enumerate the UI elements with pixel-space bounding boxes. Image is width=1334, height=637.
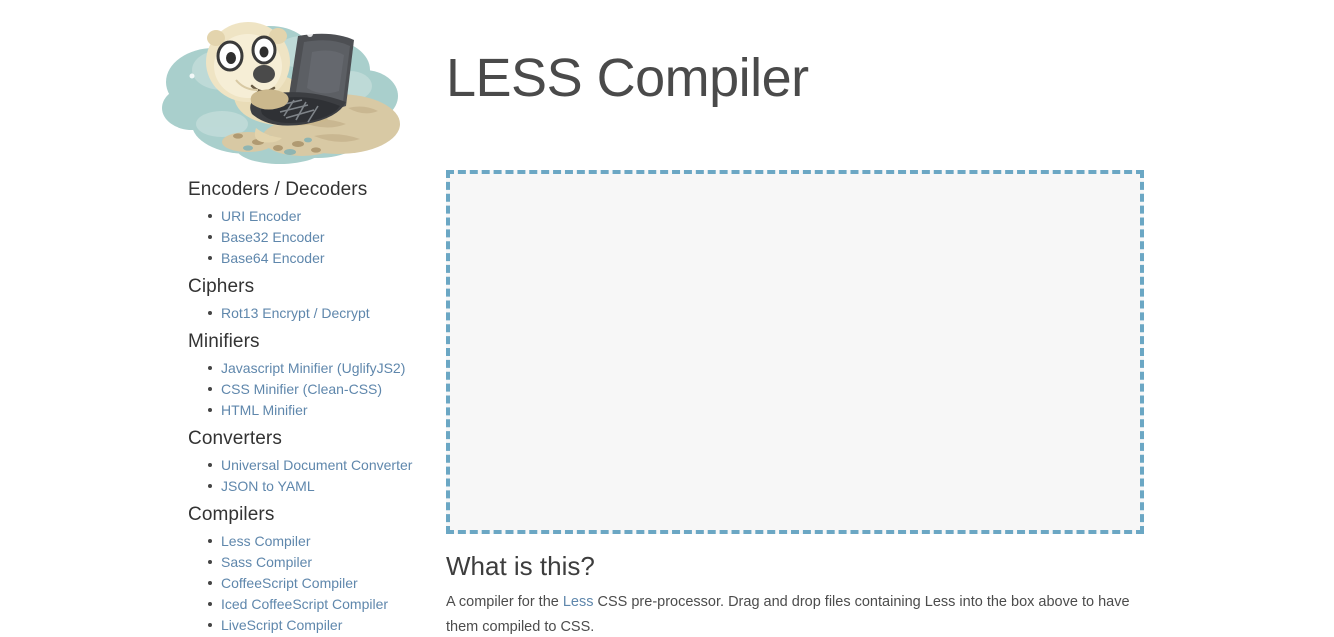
nav-section-compilers: Compilers Less Compiler Sass Compiler Co… (188, 503, 440, 636)
nav-list-converters: Universal Document Converter JSON to YAM… (188, 455, 440, 497)
nav-list-minifiers: Javascript Minifier (UglifyJS2) CSS Mini… (188, 358, 440, 421)
nav-section-encoders-decoders: Encoders / Decoders URI Encoder Base32 E… (188, 178, 440, 269)
sidebar-item-universal-document-converter[interactable]: Universal Document Converter (221, 457, 412, 473)
nav-heading-converters: Converters (188, 428, 282, 449)
about-description: A compiler for the Less CSS pre-processo… (446, 590, 1136, 637)
list-item: Universal Document Converter (208, 455, 440, 476)
nav-section-ciphers: Ciphers Rot13 Encrypt / Decrypt (188, 275, 440, 324)
list-item: Rot13 Encrypt / Decrypt (208, 303, 440, 324)
list-item: Sass Compiler (208, 552, 440, 573)
list-item: CSS Minifier (Clean-CSS) (208, 379, 440, 400)
nav-list-encoders-decoders: URI Encoder Base32 Encoder Base64 Encode… (188, 206, 440, 269)
list-item: Less Compiler (208, 531, 440, 552)
nav-heading-minifiers: Minifiers (188, 331, 260, 352)
about-heading: What is this? (446, 551, 595, 581)
sidebar-item-javascript-minifier[interactable]: Javascript Minifier (UglifyJS2) (221, 360, 405, 376)
sidebar-item-sass-compiler[interactable]: Sass Compiler (221, 554, 312, 570)
file-drop-zone[interactable] (446, 170, 1144, 534)
nav-list-ciphers: Rot13 Encrypt / Decrypt (188, 303, 440, 324)
otter-laptop-icon (162, 22, 400, 164)
less-link[interactable]: Less (563, 594, 594, 610)
list-item: Base64 Encoder (208, 248, 440, 269)
sidebar-item-rot13[interactable]: Rot13 Encrypt / Decrypt (221, 305, 370, 321)
sidebar-item-json-to-yaml[interactable]: JSON to YAML (221, 478, 315, 494)
nav-heading-compilers: Compilers (188, 504, 275, 525)
list-item: Base32 Encoder (208, 227, 440, 248)
sidebar-item-livescript-compiler[interactable]: LiveScript Compiler (221, 617, 342, 633)
nav-heading-ciphers: Ciphers (188, 276, 255, 297)
list-item: Iced CoffeeScript Compiler (208, 594, 440, 615)
about-text-before-link: A compiler for the (446, 594, 563, 610)
sidebar-item-base64-encoder[interactable]: Base64 Encoder (221, 250, 325, 266)
page-title: LESS Compiler (446, 48, 809, 108)
nav-section-minifiers: Minifiers Javascript Minifier (UglifyJS2… (188, 330, 440, 421)
sidebar-item-html-minifier[interactable]: HTML Minifier (221, 402, 308, 418)
site-logo[interactable] (152, 12, 410, 170)
list-item: LiveScript Compiler (208, 615, 440, 636)
sidebar-item-coffeescript-compiler[interactable]: CoffeeScript Compiler (221, 575, 358, 591)
main-content: LESS Compiler What is this? A compiler f… (446, 0, 1334, 637)
list-item: URI Encoder (208, 206, 440, 227)
sidebar-item-uri-encoder[interactable]: URI Encoder (221, 208, 301, 224)
sidebar-item-iced-coffeescript-compiler[interactable]: Iced CoffeeScript Compiler (221, 596, 388, 612)
sidebar-item-less-compiler[interactable]: Less Compiler (221, 533, 310, 549)
list-item: Javascript Minifier (UglifyJS2) (208, 358, 440, 379)
sidebar: Encoders / Decoders URI Encoder Base32 E… (0, 0, 440, 637)
list-item: HTML Minifier (208, 400, 440, 421)
list-item: CoffeeScript Compiler (208, 573, 440, 594)
sidebar-item-base32-encoder[interactable]: Base32 Encoder (221, 229, 325, 245)
page-root: Encoders / Decoders URI Encoder Base32 E… (0, 0, 1334, 637)
nav-section-converters: Converters Universal Document Converter … (188, 427, 440, 497)
nav-list-compilers: Less Compiler Sass Compiler CoffeeScript… (188, 531, 440, 636)
list-item: JSON to YAML (208, 476, 440, 497)
nav-heading-encoders-decoders: Encoders / Decoders (188, 179, 368, 200)
sidebar-nav: Encoders / Decoders URI Encoder Base32 E… (188, 178, 440, 636)
sidebar-item-css-minifier[interactable]: CSS Minifier (Clean-CSS) (221, 381, 382, 397)
